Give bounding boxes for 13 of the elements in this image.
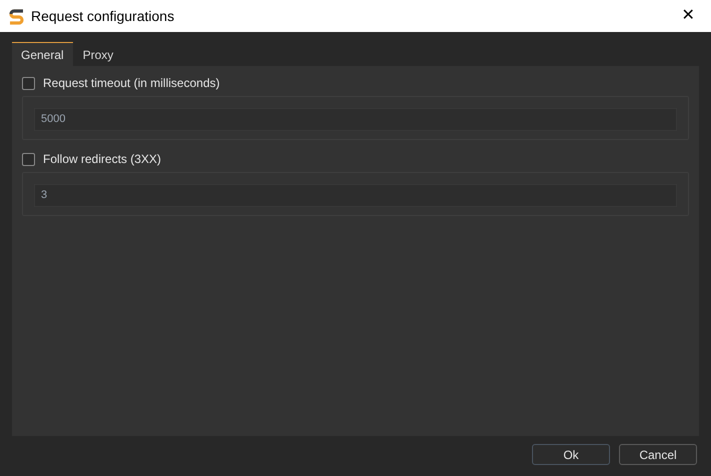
window-title: Request configurations bbox=[31, 6, 174, 26]
tab[interactable]: General bbox=[12, 42, 73, 66]
input-field[interactable]: 3 bbox=[34, 184, 677, 206]
tab[interactable]: Proxy bbox=[72, 42, 124, 66]
app-logo-icon bbox=[8, 8, 25, 24]
dialog-button[interactable]: Cancel bbox=[619, 444, 697, 465]
checkbox[interactable] bbox=[22, 152, 35, 166]
checkbox[interactable] bbox=[22, 76, 35, 90]
close-button[interactable]: ✕ bbox=[673, 1, 703, 31]
checkbox-label: Request timeout (in milliseconds) bbox=[43, 75, 220, 92]
input-field[interactable]: 5000 bbox=[34, 108, 677, 130]
dialog-button[interactable]: Ok bbox=[532, 444, 610, 465]
checkbox-label: Follow redirects (3XX) bbox=[43, 151, 162, 168]
